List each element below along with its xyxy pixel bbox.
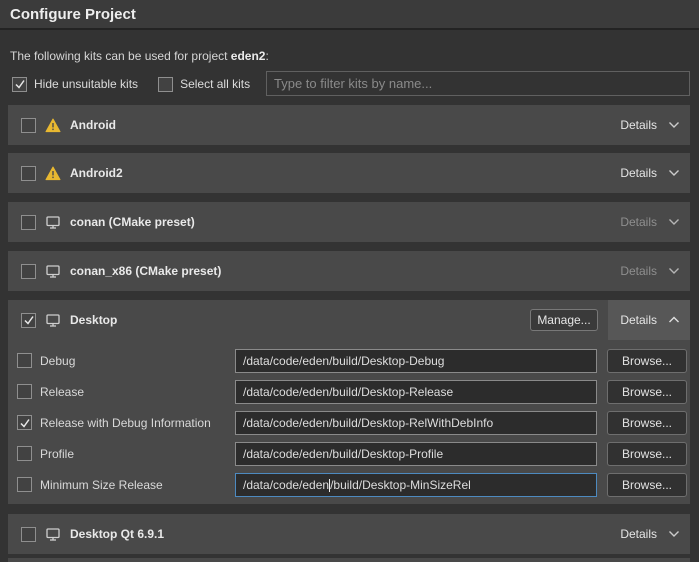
browse-button[interactable]: Browse... [607, 442, 687, 466]
page-header: Configure Project [0, 0, 699, 30]
intro-text: The following kits can be used for proje… [10, 49, 269, 63]
config-label: Profile [40, 447, 74, 461]
build-path-input-focused[interactable]: /data/code/eden/build/Desktop-MinSizeRel [235, 473, 597, 497]
kit-name: conan (CMake preset) [70, 215, 195, 229]
details-toggle[interactable]: Details [608, 251, 690, 291]
config-label: Minimum Size Release [40, 478, 163, 492]
chevron-up-icon [668, 316, 680, 324]
config-label: Release with Debug Information [40, 416, 211, 430]
page-title: Configure Project [10, 6, 136, 23]
chevron-down-icon [668, 267, 680, 275]
kit-checkbox[interactable] [21, 215, 36, 230]
desktop-icon [45, 264, 61, 279]
kit-checkbox[interactable] [21, 313, 36, 328]
kit-name: Desktop [70, 313, 117, 327]
kit-checkbox[interactable] [21, 264, 36, 279]
hide-unsuitable-checkbox[interactable] [12, 77, 27, 92]
details-toggle[interactable]: Details [608, 514, 690, 554]
config-row-release: Release /data/code/eden/build/Desktop-Re… [8, 380, 690, 404]
select-all-checkbox[interactable] [158, 77, 173, 92]
config-row-relwithdebinfo: Release with Debug Information /data/cod… [8, 411, 690, 435]
config-label: Debug [40, 354, 75, 368]
config-row-minsizerel: Minimum Size Release /data/code/eden/bui… [8, 473, 690, 497]
chevron-down-icon [668, 121, 680, 129]
chevron-down-icon [668, 530, 680, 538]
warning-icon [45, 166, 61, 181]
browse-button[interactable]: Browse... [607, 380, 687, 404]
kit-name: Desktop Qt 6.9.1 [70, 527, 164, 541]
kit-checkbox[interactable] [21, 166, 36, 181]
build-path-input[interactable]: /data/code/eden/build/Desktop-RelWithDeb… [235, 411, 597, 435]
desktop-icon [45, 215, 61, 230]
kit-row-desktop: Desktop Manage... Details Debug /data/co… [8, 300, 690, 504]
browse-button[interactable]: Browse... [607, 473, 687, 497]
config-row-debug: Debug /data/code/eden/build/Desktop-Debu… [8, 349, 690, 373]
desktop-icon [45, 313, 61, 328]
config-checkbox[interactable] [17, 384, 32, 399]
details-toggle[interactable]: Details [608, 105, 690, 145]
kit-name: Android [70, 118, 116, 132]
config-label: Release [40, 385, 84, 399]
kit-row-partial [8, 558, 690, 562]
select-all-label[interactable]: Select all kits [180, 77, 250, 91]
kit-checkbox[interactable] [21, 527, 36, 542]
warning-icon [45, 118, 61, 133]
browse-button[interactable]: Browse... [607, 349, 687, 373]
config-checkbox[interactable] [17, 477, 32, 492]
chevron-down-icon [668, 218, 680, 226]
checkmark-icon [14, 78, 26, 90]
config-checkbox[interactable] [17, 353, 32, 368]
config-checkbox[interactable] [17, 415, 32, 430]
kit-row-desktop-qt: Desktop Qt 6.9.1 Details [8, 514, 690, 554]
kit-row-conan: conan (CMake preset) Details [8, 202, 690, 242]
configure-project-page: Configure Project The following kits can… [0, 0, 699, 562]
kit-filter-input[interactable] [266, 71, 690, 96]
kit-row-conan-x86: conan_x86 (CMake preset) Details [8, 251, 690, 291]
project-name: eden2 [231, 49, 266, 63]
build-path-input[interactable]: /data/code/eden/build/Desktop-Profile [235, 442, 597, 466]
details-toggle[interactable]: Details [608, 202, 690, 242]
kit-checkbox[interactable] [21, 118, 36, 133]
kit-filter-toolbar: Hide unsuitable kits Select all kits [12, 74, 250, 94]
checkmark-icon [23, 314, 35, 326]
desktop-icon [45, 527, 61, 542]
config-checkbox[interactable] [17, 446, 32, 461]
kit-row-android: Android Details [8, 105, 690, 145]
config-row-profile: Profile /data/code/eden/build/Desktop-Pr… [8, 442, 690, 466]
kit-row-android2: Android2 Details [8, 153, 690, 193]
details-toggle[interactable]: Details [608, 300, 690, 340]
build-path-input[interactable]: /data/code/eden/build/Desktop-Debug [235, 349, 597, 373]
browse-button[interactable]: Browse... [607, 411, 687, 435]
hide-unsuitable-label[interactable]: Hide unsuitable kits [34, 77, 138, 91]
chevron-down-icon [668, 169, 680, 177]
build-path-input[interactable]: /data/code/eden/build/Desktop-Release [235, 380, 597, 404]
manage-button[interactable]: Manage... [530, 309, 598, 331]
details-toggle[interactable]: Details [608, 153, 690, 193]
kit-name: conan_x86 (CMake preset) [70, 264, 221, 278]
checkmark-icon [19, 417, 31, 429]
kit-name: Android2 [70, 166, 123, 180]
